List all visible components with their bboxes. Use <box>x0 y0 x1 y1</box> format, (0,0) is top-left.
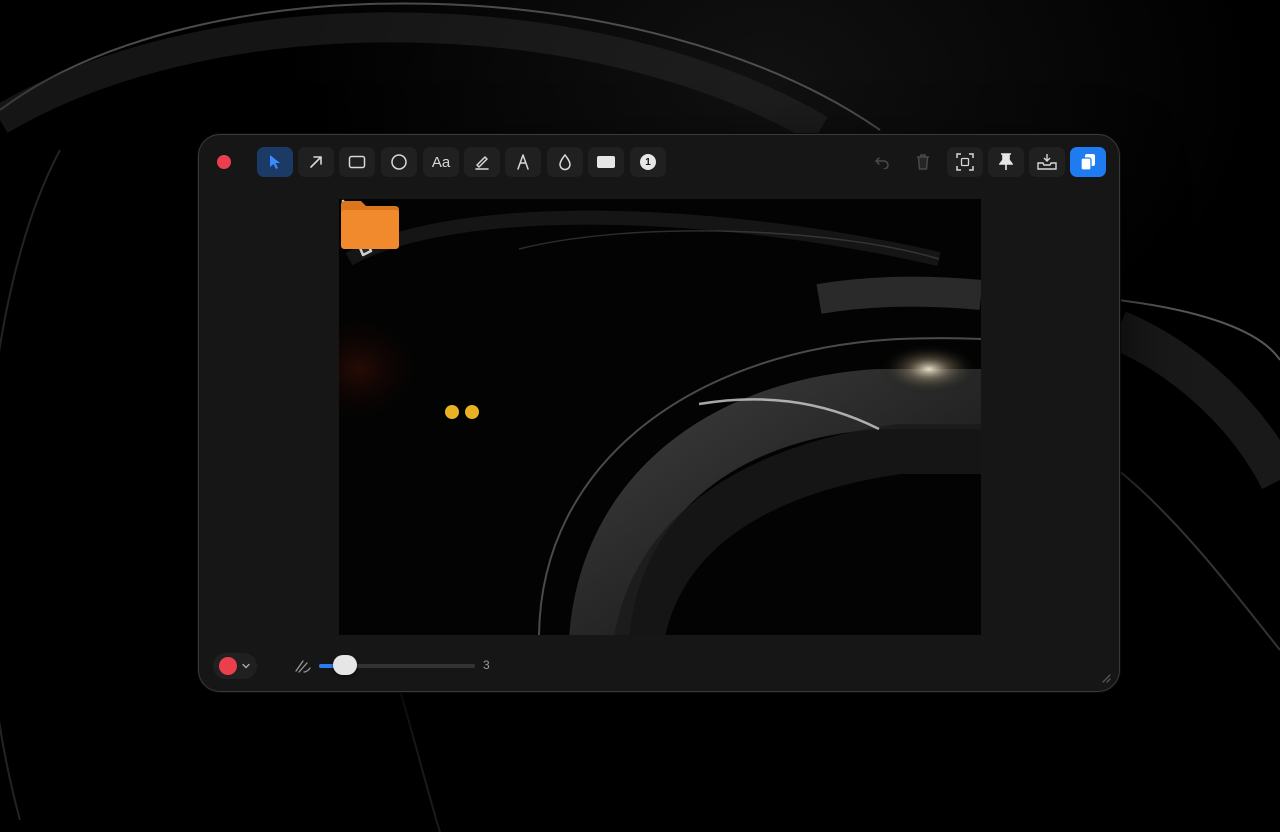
copy-icon <box>1080 154 1095 171</box>
close-button[interactable] <box>217 155 231 169</box>
screenshot-canvas[interactable] <box>339 199 981 635</box>
text-tool-button[interactable]: Aa <box>423 147 459 177</box>
color-picker-button[interactable] <box>213 653 257 679</box>
selected-color-swatch <box>219 657 237 675</box>
pin-button[interactable] <box>988 147 1024 177</box>
slider-thumb[interactable] <box>333 655 357 675</box>
stroke-width-slider[interactable] <box>319 655 475 675</box>
screenshot-editor-window: Aa 1 3 <box>198 134 1120 692</box>
folder-icon <box>341 201 399 249</box>
ocr-button[interactable] <box>947 147 983 177</box>
highlighter-tool-button[interactable] <box>464 147 500 177</box>
desktop-background: Aa 1 3 <box>0 0 1280 832</box>
filled-rect-icon <box>597 156 615 168</box>
toolbar: Aa 1 <box>199 135 1119 189</box>
copy-button[interactable] <box>1070 147 1106 177</box>
delete-button[interactable] <box>905 147 941 177</box>
fill-tool-button[interactable] <box>588 147 624 177</box>
ellipse-tool-button[interactable] <box>381 147 417 177</box>
save-button[interactable] <box>1029 147 1065 177</box>
chevron-down-icon <box>242 663 250 669</box>
text-icon: Aa <box>431 153 451 171</box>
resize-grip-icon[interactable] <box>1099 671 1111 683</box>
pin-icon <box>999 153 1013 170</box>
arrow-icon <box>310 156 322 168</box>
emoji-icon <box>445 405 459 419</box>
stroke-width-icon <box>295 660 311 673</box>
emoji-icon <box>465 405 479 419</box>
trash-icon <box>917 154 929 170</box>
pen-tool-button[interactable] <box>505 147 541 177</box>
arrow-tool-button[interactable] <box>298 147 334 177</box>
folder-label-emojis <box>445 405 479 419</box>
undo-button[interactable] <box>864 147 900 177</box>
bottom-bar: 3 <box>199 647 1119 691</box>
blur-tool-button[interactable] <box>547 147 583 177</box>
highlighter-icon <box>475 156 489 170</box>
cursor-arrow-icon <box>270 155 280 169</box>
rectangle-icon <box>348 155 366 169</box>
pen-icon <box>517 154 529 170</box>
stroke-width-value: 3 <box>483 658 490 672</box>
select-tool-button[interactable] <box>257 147 293 177</box>
rectangle-tool-button[interactable] <box>339 147 375 177</box>
save-tray-icon <box>1037 154 1057 170</box>
circle-icon <box>391 154 407 170</box>
undo-icon <box>874 157 889 169</box>
screenshot-image <box>339 210 981 635</box>
droplet-icon <box>559 153 571 171</box>
counter-label: 1 <box>645 156 651 168</box>
counter-tool-button[interactable]: 1 <box>630 147 666 177</box>
text-recognition-icon <box>956 153 974 171</box>
